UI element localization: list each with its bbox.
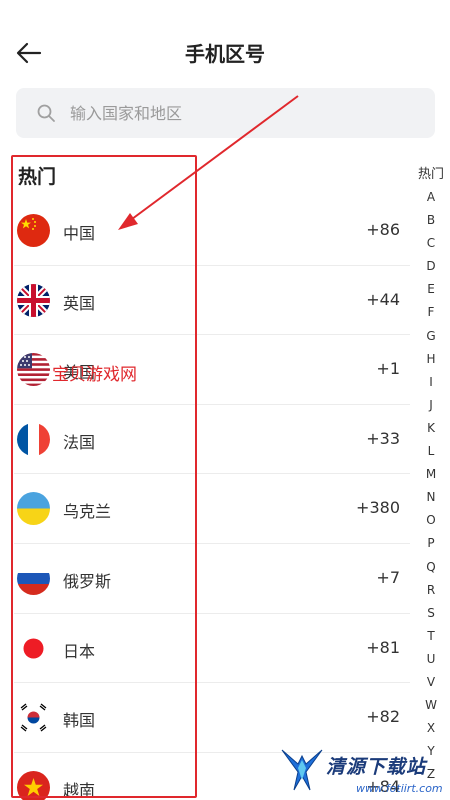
index-letter[interactable]: Q — [414, 556, 448, 579]
country-name: 日本 — [63, 641, 96, 661]
country-code: +33 — [366, 428, 400, 448]
country-code: +7 — [376, 567, 400, 587]
list-item-japan[interactable]: 日本 +81 — [0, 614, 410, 684]
index-letter[interactable]: H — [414, 348, 448, 371]
index-hot[interactable]: 热门 — [414, 164, 448, 186]
ukraine-flag-icon — [17, 492, 50, 526]
vietnam-flag-icon — [17, 770, 50, 800]
list-item-uk[interactable]: 英国 +44 — [0, 266, 410, 336]
index-letter[interactable]: B — [414, 209, 448, 232]
index-letter[interactable]: G — [414, 325, 448, 348]
country-code: +82 — [366, 707, 400, 727]
korea-flag-icon — [17, 701, 50, 735]
index-letter[interactable]: F — [414, 301, 448, 324]
country-name: 中国 — [63, 224, 96, 243]
watermark-text-overlay: 宝贝游戏网 — [52, 365, 137, 385]
index-letter[interactable]: A — [414, 186, 448, 209]
alphabet-index[interactable]: 热门 A B C D E F G H I J K L M N O P Q R S… — [414, 164, 448, 786]
index-letter[interactable]: P — [414, 532, 448, 555]
index-letter[interactable]: X — [414, 717, 448, 740]
country-code: +1 — [376, 359, 400, 379]
app-header: 手机区号 — [0, 0, 450, 88]
index-letter[interactable]: E — [414, 278, 448, 301]
list-item-russia[interactable]: 俄罗斯 +7 — [0, 544, 410, 614]
section-title-hot: 热门 — [18, 166, 57, 188]
list-item-china[interactable]: 中国 +86 — [0, 196, 410, 266]
index-letter[interactable]: S — [414, 602, 448, 625]
country-name: 俄罗斯 — [63, 571, 112, 591]
watermark-logo-icon — [281, 749, 323, 791]
index-letter[interactable]: L — [414, 440, 448, 463]
search-icon — [37, 104, 55, 122]
country-code: +86 — [366, 220, 400, 239]
index-letter[interactable]: U — [414, 648, 448, 671]
usa-flag-icon — [17, 353, 50, 387]
search-input[interactable] — [70, 98, 420, 128]
country-name: 越南 — [63, 780, 96, 800]
index-letter[interactable]: K — [414, 417, 448, 440]
index-letter[interactable]: T — [414, 625, 448, 648]
index-letter[interactable]: V — [414, 671, 448, 694]
list-item-france[interactable]: 法国 +33 — [0, 405, 410, 475]
country-name: 韩国 — [63, 711, 96, 731]
japan-flag-icon — [17, 631, 50, 665]
country-name: 英国 — [63, 293, 96, 313]
index-letter[interactable]: W — [414, 694, 448, 717]
france-flag-icon — [17, 422, 50, 456]
index-letter[interactable]: C — [414, 232, 448, 255]
china-flag-icon — [17, 214, 50, 247]
country-name: 乌克兰 — [63, 502, 112, 522]
country-code: +380 — [356, 498, 400, 518]
country-list: 中国 +86 英国 +44 美国 +1 法国 +33 乌克兰 +380 俄罗斯 … — [0, 196, 410, 800]
index-letter[interactable]: N — [414, 486, 448, 509]
watermark-title: 清源下载站 — [326, 756, 427, 778]
page-title: 手机区号 — [185, 42, 265, 66]
index-letter[interactable]: R — [414, 579, 448, 602]
watermark-url: www.fotiirt.com — [356, 782, 443, 795]
index-letter[interactable]: M — [414, 463, 448, 486]
index-letter[interactable]: O — [414, 509, 448, 532]
site-watermark: 清源下载站 www.fotiirt.com — [280, 742, 450, 800]
index-letter[interactable]: J — [414, 394, 448, 417]
list-item-ukraine[interactable]: 乌克兰 +380 — [0, 474, 410, 544]
search-bar[interactable] — [16, 88, 435, 138]
country-name: 法国 — [63, 432, 96, 452]
country-code: +81 — [366, 637, 400, 657]
russia-flag-icon — [17, 561, 50, 595]
index-letter[interactable]: D — [414, 255, 448, 278]
country-code: +44 — [366, 289, 400, 309]
uk-flag-icon — [17, 283, 50, 317]
index-letter[interactable]: I — [414, 371, 448, 394]
